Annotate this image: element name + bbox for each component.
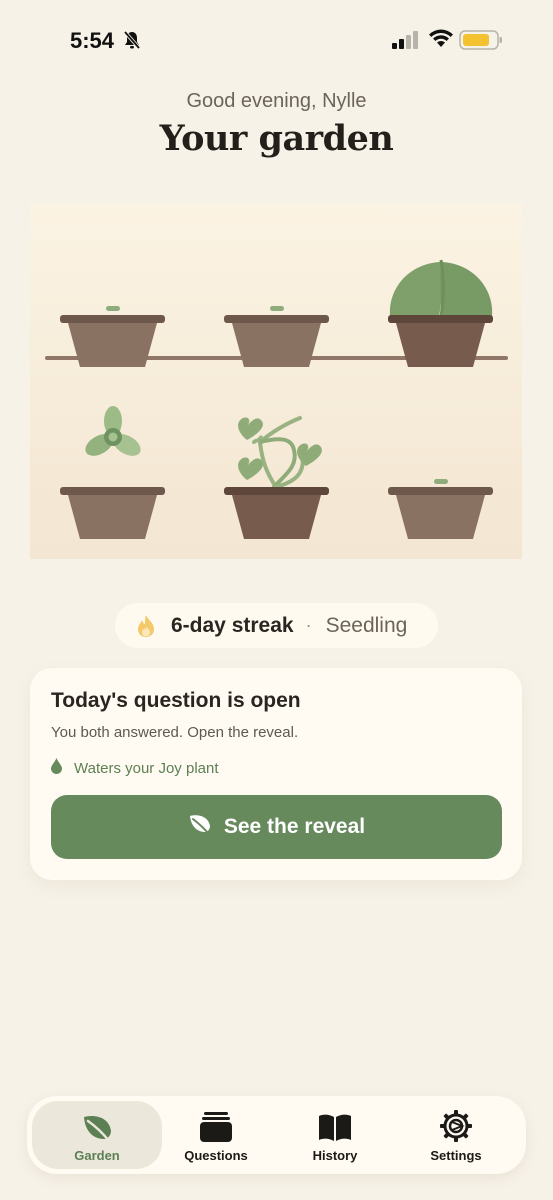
tab-settings-label: Settings [430, 1148, 482, 1163]
bell-muted-icon [122, 30, 142, 55]
question-card-title: Today's question is open [51, 689, 301, 712]
question-card-subtitle: You both answered. Open the reveal. [51, 724, 299, 741]
water-note: Waters your Joy plant [51, 758, 219, 778]
flame-icon [135, 614, 157, 638]
battery-icon [459, 30, 503, 55]
tab-questions-label: Questions [184, 1148, 248, 1163]
streak-pill: 6-day streak · Seedling [115, 603, 438, 648]
cellular-signal-icon [392, 31, 420, 54]
wifi-icon [428, 29, 454, 54]
growth-stage: Seedling [325, 613, 408, 637]
separator-dot: · [305, 615, 312, 635]
leaf-icon [188, 814, 212, 840]
pot-6 [388, 479, 493, 539]
see-reveal-label: See the reveal [223, 815, 366, 838]
stack-icon [200, 1110, 232, 1142]
tab-garden[interactable]: Garden [32, 1101, 162, 1169]
tab-history[interactable]: History [270, 1101, 400, 1169]
question-card: Today's question is open You both answer… [30, 668, 522, 880]
status-bar: 5:54 [0, 0, 553, 80]
tab-garden-label: Garden [74, 1148, 120, 1163]
water-drop-icon [51, 758, 62, 778]
streak-count: 6-day streak [171, 613, 294, 637]
pot-3 [388, 259, 493, 367]
see-reveal-button[interactable]: See the reveal [51, 795, 502, 859]
garden-illustration [30, 204, 522, 559]
pot-4 [60, 406, 165, 539]
tab-questions[interactable]: Questions [151, 1101, 281, 1169]
leaf-icon [81, 1110, 113, 1142]
gear-icon [440, 1110, 472, 1142]
pot-5 [224, 416, 329, 539]
water-note-label: Waters your Joy plant [74, 759, 219, 777]
book-icon [318, 1110, 352, 1142]
status-time: 5:54 [70, 28, 115, 53]
tab-history-label: History [312, 1148, 358, 1163]
tab-settings[interactable]: Settings [391, 1101, 521, 1169]
page-title: Your garden [159, 118, 394, 159]
bottom-tab-bar: Garden Questions History Settings [27, 1096, 526, 1174]
greeting: Good evening, Nylle [186, 90, 367, 112]
